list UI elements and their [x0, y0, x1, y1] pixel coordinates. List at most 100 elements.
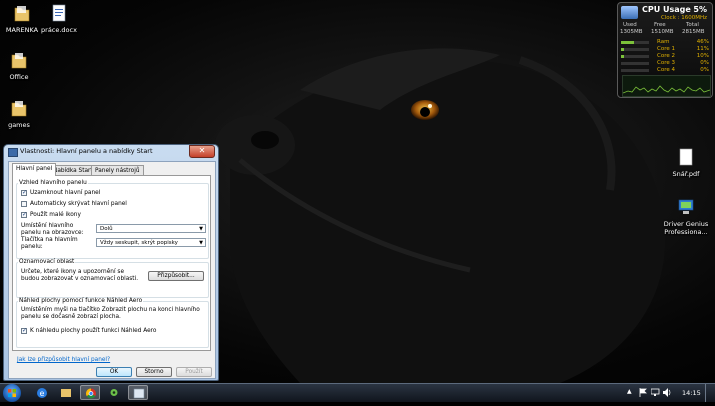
gadget-row: Core 2 10%	[621, 53, 709, 60]
ok-button[interactable]: OK	[96, 367, 132, 377]
tab-hlavni-panel[interactable]: Hlavní panel	[12, 163, 57, 176]
cancel-button[interactable]: Storno	[136, 367, 172, 377]
svg-text:e: e	[40, 389, 45, 398]
cpu-clock: Clock : 1600MHz	[660, 15, 707, 21]
desktop-icon-office[interactable]: Office	[0, 51, 47, 81]
lock-taskbar-checkbox[interactable]: Uzamknout hlavní panel	[21, 189, 101, 197]
aero-peek-group-title: Náhled plochy pomocí funkce Náhled Aero	[18, 298, 144, 304]
chrome-icon	[86, 388, 96, 399]
checkbox-unchecked-icon	[21, 201, 27, 207]
folder-icon	[0, 51, 47, 71]
gadget-row: Core 3 0%	[621, 60, 709, 67]
checkbox-checked-icon	[21, 189, 27, 196]
gadget-row-label: Ram	[657, 39, 670, 45]
mem-free: 1510MB	[651, 29, 674, 35]
taskbar-properties-icon	[133, 388, 145, 399]
taskbar-ie-button[interactable]: e	[32, 385, 52, 400]
desktop-icon-label: games	[8, 121, 30, 129]
gadget-row: Core 4 0%	[621, 67, 709, 74]
gadget-row: Core 1 11%	[621, 46, 709, 53]
notification-description: Určete, které ikony a upozornění se budo…	[21, 269, 139, 282]
chevron-down-icon: ▼	[199, 226, 203, 232]
close-button[interactable]: ✕	[189, 145, 215, 158]
mem-total: 2815MB	[682, 29, 705, 35]
taskbar-location-select[interactable]: Dolů ▼	[96, 224, 206, 233]
taskbar: e ▲ 14:15	[0, 383, 715, 402]
gadget-row-value: 10%	[696, 53, 709, 59]
windows-logo-icon	[8, 389, 16, 397]
gadget-row-value: 46%	[696, 39, 709, 45]
gadget-row: Ram 46%	[621, 39, 709, 46]
usage-bar	[621, 55, 649, 58]
taskbar-location-label: Umístění hlavního panelu na obrazovce:	[21, 223, 84, 236]
taskbar-explorer-button[interactable]	[56, 385, 76, 400]
volume-icon[interactable]	[663, 388, 672, 399]
autohide-taskbar-checkbox[interactable]: Automaticky skrývat hlavní panel	[21, 201, 127, 208]
word-document-icon	[31, 4, 87, 24]
taskbar-properties-button[interactable]	[128, 385, 148, 400]
mem-header-free: Free	[654, 22, 666, 28]
desktop-icon-games[interactable]: games	[0, 99, 47, 129]
taskbar-buttons-value: Vždy seskupit, skrýt popisky	[100, 240, 178, 246]
usage-bar	[621, 69, 649, 72]
gadget-row-label: Core 4	[657, 67, 675, 73]
small-icons-label: Použít malé ikony	[30, 212, 81, 218]
usage-bar	[621, 41, 649, 44]
folder-icon	[61, 389, 71, 397]
folder-icon	[0, 99, 47, 119]
start-button[interactable]	[3, 384, 21, 402]
taskbar-chrome-button[interactable]	[80, 385, 100, 400]
aero-peek-label: K náhledu plochy použít funkci Náhled Ae…	[30, 328, 157, 334]
show-hidden-icons-button[interactable]: ▲	[627, 388, 632, 395]
autohide-taskbar-label: Automaticky skrývat hlavní panel	[30, 201, 127, 207]
checkbox-checked-icon	[21, 327, 27, 334]
aero-peek-description: Umístěním myši na tlačítko Zobrazit ploc…	[21, 307, 200, 320]
mem-header-used: Used	[623, 22, 637, 28]
customize-button[interactable]: Přizpůsobit...	[148, 271, 204, 281]
desktop-icon-label: Snář.pdf	[672, 170, 700, 178]
taskbar-app-button[interactable]	[104, 385, 124, 400]
taskbar-properties-icon	[8, 148, 18, 157]
gadget-title: CPU Usage	[642, 5, 691, 14]
aero-peek-checkbox[interactable]: K náhledu plochy použít funkci Náhled Ae…	[21, 327, 157, 335]
desktop-icon-driver-genius[interactable]: Driver Genius Professiona...	[658, 198, 714, 236]
checkbox-checked-icon	[21, 211, 27, 218]
gear-icon	[110, 389, 118, 396]
desktop-icon-snar-pdf[interactable]: Snář.pdf	[658, 148, 714, 178]
chevron-down-icon: ▼	[199, 240, 203, 246]
dialog-title: Vlastnosti: Hlavní panelu a nabídky Star…	[20, 147, 153, 155]
usage-bar	[621, 48, 649, 51]
taskbar-buttons-select[interactable]: Vždy seskupit, skrýt popisky ▼	[96, 238, 206, 247]
usage-bar-fill	[621, 55, 624, 58]
cpu-history-graph	[622, 75, 711, 97]
gadget-row-value: 11%	[696, 46, 709, 52]
notification-group-title: Oznamovací oblast	[18, 259, 76, 265]
show-desktop-button[interactable]	[705, 384, 715, 402]
usage-bar-fill	[621, 41, 634, 44]
desktop-icon-label: práce.docx	[41, 26, 77, 34]
dialog-body: Hlavní panel Nabídka Start Panely nástro…	[8, 161, 216, 379]
desktop-icon-label: Office	[9, 73, 29, 81]
tab-panel: Vzhled hlavního panelu Uzamknout hlavní …	[12, 175, 211, 351]
usage-bar	[621, 62, 649, 65]
cpu-usage-gadget[interactable]: CPU Usage 5% Clock : 1600MHz Used Free T…	[617, 2, 713, 98]
tab-panely-nastroju[interactable]: Panely nástrojů	[91, 165, 144, 175]
action-center-flag-icon[interactable]	[639, 388, 647, 399]
network-icon[interactable]	[650, 388, 660, 399]
pdf-document-icon	[658, 148, 714, 168]
cpu-percent: 5%	[693, 5, 707, 14]
appearance-group-title: Vzhled hlavního panelu	[18, 180, 88, 186]
monitor-icon	[621, 6, 638, 19]
gadget-row-label: Core 3	[657, 60, 675, 66]
taskbar-buttons-label: Tlačítka na hlavním panelu:	[21, 237, 78, 250]
taskbar-clock[interactable]: 14:15	[682, 389, 701, 397]
desktop-icon-prace-docx[interactable]: práce.docx	[31, 4, 87, 34]
taskbar-location-value: Dolů	[100, 226, 113, 232]
customize-taskbar-help-link[interactable]: Jak lze přizpůsobit hlavní panel?	[17, 357, 110, 363]
lock-taskbar-label: Uzamknout hlavní panel	[30, 190, 101, 196]
small-icons-checkbox[interactable]: Použít malé ikony	[21, 211, 81, 219]
internet-explorer-icon: e	[37, 388, 47, 398]
apply-button[interactable]: Použít	[176, 367, 212, 377]
gadget-row-label: Core 2	[657, 53, 675, 59]
mem-used: 1305MB	[620, 29, 643, 35]
